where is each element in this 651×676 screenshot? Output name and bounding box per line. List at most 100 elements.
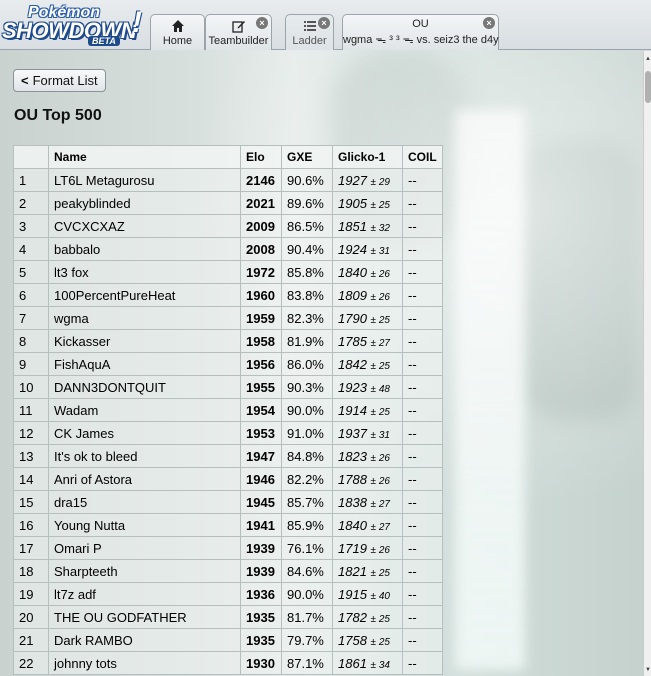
glicko-deviation: ± 25 [370,199,390,211]
gxe-cell: 84.6% [281,559,333,583]
elo-cell: 1946 [240,467,282,491]
glicko-cell: 1851 ± 32 [332,214,403,238]
close-icon[interactable]: × [483,17,495,29]
table-row: 4 babbalo 2008 90.4% 1924 ± 31 -- [13,237,443,261]
table-row: 13 It's ok to bleed 1947 84.8% 1823 ± 26 -- [13,444,443,468]
player-name-link[interactable]: THE OU GODFATHER [48,605,241,629]
coil-cell: -- [402,329,443,353]
elo-cell: 1954 [240,398,282,422]
glicko-deviation: ± 27 [370,498,390,510]
rank-cell: 22 [13,651,49,675]
elo-cell: 1935 [240,605,282,629]
player-name-link[interactable]: Kickasser [48,329,241,353]
player-name-link[interactable]: 100PercentPureHeat [48,283,241,307]
gxe-cell: 87.1% [281,651,333,675]
glicko-deviation: ± 25 [370,360,390,372]
glicko-deviation: ± 32 [370,222,390,234]
coil-cell: -- [402,444,443,468]
scrollbar-thumb[interactable] [645,71,651,103]
rank-cell: 9 [13,352,49,376]
player-name-link[interactable]: Young Nutta [48,513,241,537]
showdown-logo[interactable]: Pokémon SHOWDOWN BETA ! [2,4,146,46]
player-name-link[interactable]: Omari P [48,536,241,560]
battle-format: OU [412,18,429,30]
rank-cell: 3 [13,214,49,238]
player-name-link[interactable]: lt7z adf [48,582,241,606]
tab-teambuilder[interactable]: Teambuilder × [205,14,272,50]
tab-ladder[interactable]: Ladder × [285,14,334,50]
glicko-cell: 1840 ± 26 [332,260,403,284]
elo-cell: 2146 [240,168,282,192]
table-row: 14 Anri of Astora 1946 82.2% 1788 ± 26 -- [13,467,443,491]
table-row: 2 peakyblinded 2021 89.6% 1905 ± 25 -- [13,191,443,215]
glicko-cell: 1782 ± 25 [332,605,403,629]
glicko-rating: 1840 [338,264,367,280]
player-name-link[interactable]: LT6L Metagurosu [48,168,241,192]
rank-cell: 2 [13,191,49,215]
glicko-rating: 1937 [338,425,367,441]
player-name-link[interactable]: dra15 [48,490,241,514]
table-header-row: Name Elo GXE Glicko-1 COIL [13,145,443,169]
glicko-deviation: ± 25 [370,636,390,648]
glicko-deviation: ± 26 [370,452,390,464]
rank-cell: 5 [13,260,49,284]
glicko-deviation: ± 48 [370,383,390,395]
table-row: 19 lt7z adf 1936 90.0% 1915 ± 40 -- [13,582,443,606]
player-name-link[interactable]: CVCXCXAZ [48,214,241,238]
tab-home[interactable]: Home [150,14,205,50]
gxe-cell: 84.8% [281,444,333,468]
coil-cell: -- [402,513,443,537]
player-name-link[interactable]: Anri of Astora [48,467,241,491]
glicko-rating: 1923 [338,379,367,395]
player-name-link[interactable]: Dark RAMBO [48,628,241,652]
player-name-link[interactable]: Wadam [48,398,241,422]
glicko-deviation: ± 26 [370,268,390,280]
glicko-deviation: ± 31 [370,245,390,257]
player-name-link[interactable]: babbalo [48,237,241,261]
glicko-rating: 1840 [338,517,367,533]
elo-cell: 1939 [240,559,282,583]
player-name-link[interactable]: johnny tots [48,651,241,675]
coil-cell: -- [402,582,443,606]
player-name-link[interactable]: lt3 fox [48,260,241,284]
player-name-link[interactable]: wgma [48,306,241,330]
player-name-link[interactable]: DANN3DONTQUIT [48,375,241,399]
vertical-scrollbar[interactable]: ▲ ▼ [643,51,651,676]
player-name-link[interactable]: It's ok to bleed [48,444,241,468]
player-name-link[interactable]: peakyblinded [48,191,241,215]
elo-cell: 1939 [240,536,282,560]
gxe-cell: 90.0% [281,582,333,606]
elo-cell: 1935 [240,628,282,652]
player-name-link[interactable]: CK James [48,421,241,445]
player-name-link[interactable]: FishAquA [48,352,241,376]
coil-cell: -- [402,306,443,330]
format-list-button[interactable]: < Format List [13,69,106,92]
table-row: 9 FishAquA 1956 86.0% 1842 ± 25 -- [13,352,443,376]
elo-cell: 1936 [240,582,282,606]
gxe-cell: 83.8% [281,283,333,307]
tab-home-label: Home [162,35,193,47]
gxe-cell: 85.7% [281,490,333,514]
glicko-cell: 1821 ± 25 [332,559,403,583]
glicko-rating: 1821 [338,563,367,579]
close-icon[interactable]: × [256,17,268,29]
glicko-deviation: ± 27 [370,521,390,533]
elo-cell: 1945 [240,490,282,514]
glicko-deviation: ± 25 [370,613,390,625]
rank-cell: 6 [13,283,49,307]
player-name-link[interactable]: Sharpteeth [48,559,241,583]
coil-cell: -- [402,168,443,192]
scroll-up-icon[interactable]: ▲ [644,56,651,62]
table-row: 15 dra15 1945 85.7% 1838 ± 27 -- [13,490,443,514]
rank-cell: 18 [13,559,49,583]
glicko-cell: 1809 ± 26 [332,283,403,307]
rank-cell: 21 [13,628,49,652]
table-row: 22 johnny tots 1930 87.1% 1861 ± 34 -- [13,651,443,675]
table-row: 17 Omari P 1939 76.1% 1719 ± 26 -- [13,536,443,560]
close-icon[interactable]: × [318,17,330,29]
glicko-cell: 1838 ± 27 [332,490,403,514]
rank-cell: 12 [13,421,49,445]
gxe-cell: 86.5% [281,214,333,238]
tab-battle[interactable]: OU wgma ᯓ ³ ³ ᯓ vs. seiz3 the d4y × [342,14,499,50]
scroll-down-icon[interactable]: ▼ [644,667,651,673]
